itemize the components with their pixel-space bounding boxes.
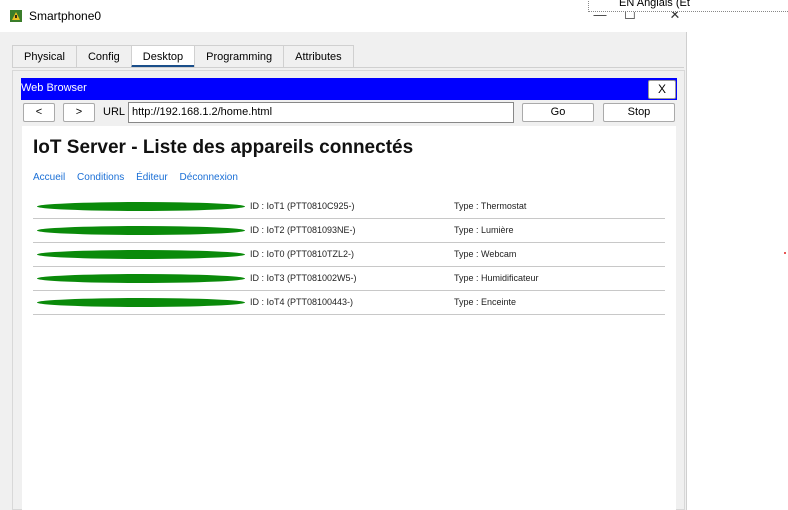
packet-tracer-icon <box>10 10 22 22</box>
tab-programming[interactable]: Programming <box>194 45 285 68</box>
device-row: ID : IoT0 (PTT0810TZL2-) Type : Webcam <box>33 243 665 267</box>
device-row: ID : IoT4 (PTT08100443-) Type : Enceinte <box>33 291 665 315</box>
device-type: Type : Thermostat <box>454 201 527 211</box>
device-status-indicator <box>37 226 245 235</box>
device-type: Type : Lumière <box>454 225 514 235</box>
device-status-indicator <box>37 202 245 211</box>
page-nav-links: Accueil Conditions Éditeur Déconnexion <box>33 172 247 183</box>
url-input[interactable]: http://192.168.1.2/home.html <box>128 102 514 123</box>
window-title: Smartphone0 <box>29 9 102 23</box>
device-id: ID : IoT0 (PTT0810TZL2-) <box>250 249 355 259</box>
cursor-dot <box>784 252 786 254</box>
browser-title-bar: Web Browser X <box>21 78 677 100</box>
device-status-indicator <box>37 298 245 307</box>
device-id: ID : IoT4 (PTT08100443-) <box>250 297 354 307</box>
browser-nav-row: < > URL http://192.168.1.2/home.html Go … <box>21 100 677 126</box>
link-editeur[interactable]: Éditeur <box>136 172 168 183</box>
back-button[interactable]: < <box>23 103 55 122</box>
tab-config[interactable]: Config <box>75 45 132 68</box>
web-page-content: IoT Server - Liste des appareils connect… <box>22 126 676 510</box>
device-id: ID : IoT3 (PTT081002W5-) <box>250 273 357 283</box>
device-status-indicator <box>37 250 245 259</box>
device-row: ID : IoT2 (PTT081093NE-) Type : Lumière <box>33 219 665 243</box>
device-type: Type : Humidificateur <box>454 273 539 283</box>
browser-close-button[interactable]: X <box>648 80 676 99</box>
page-title: IoT Server - Liste des appareils connect… <box>33 137 414 158</box>
go-button[interactable]: Go <box>522 103 594 122</box>
url-label: URL <box>103 106 126 118</box>
device-id: ID : IoT2 (PTT081093NE-) <box>250 225 356 235</box>
device-status-indicator <box>37 274 245 283</box>
tab-divider <box>12 67 684 68</box>
device-row: ID : IoT3 (PTT081002W5-) Type : Humidifi… <box>33 267 665 291</box>
device-row: ID : IoT1 (PTT0810C925-) Type : Thermost… <box>33 195 665 219</box>
device-list: ID : IoT1 (PTT0810C925-) Type : Thermost… <box>33 195 665 315</box>
link-accueil[interactable]: Accueil <box>33 172 65 183</box>
device-type: Type : Enceinte <box>454 297 517 307</box>
link-deconnexion[interactable]: Déconnexion <box>180 172 238 183</box>
stop-button[interactable]: Stop <box>603 103 675 122</box>
tab-desktop[interactable]: Desktop <box>130 45 196 68</box>
link-conditions[interactable]: Conditions <box>77 172 124 183</box>
tab-attributes[interactable]: Attributes <box>283 45 354 68</box>
tab-physical[interactable]: Physical <box>12 45 77 68</box>
title-bar: Smartphone0 — ☐ ✕ <box>0 0 687 32</box>
device-type: Type : Webcam <box>454 249 517 259</box>
app-window: Smartphone0 — ☐ ✕ Physical Config Deskto… <box>0 0 687 510</box>
forward-button[interactable]: > <box>63 103 95 122</box>
language-indicator: EN Anglais (Et <box>588 0 788 12</box>
browser-title: Web Browser <box>21 82 87 94</box>
device-id: ID : IoT1 (PTT0810C925-) <box>250 201 355 211</box>
device-tabs: Physical Config Desktop Programming Attr… <box>12 45 354 68</box>
